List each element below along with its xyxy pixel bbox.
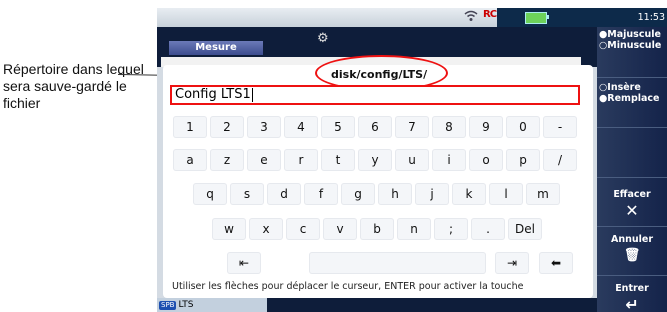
key-row4-1[interactable]: x [249, 218, 283, 240]
key-row2-5[interactable]: y [358, 149, 392, 171]
backspace-key[interactable]: ⬅ [539, 252, 573, 274]
soft-key-menu: ●Majuscule ○Minuscule ○Insère ●Remplace … [597, 27, 667, 312]
effacer-button[interactable]: Effacer ✕ [597, 189, 667, 220]
key-row2-9[interactable]: p [506, 149, 540, 171]
key-row4-4[interactable]: b [360, 218, 394, 240]
case-toggle-button[interactable]: ●Majuscule ○Minuscule [597, 29, 667, 51]
tab-mesure[interactable]: Mesure [169, 41, 263, 55]
key-row2-2[interactable]: e [247, 149, 281, 171]
key-row4-2[interactable]: c [286, 218, 320, 240]
option-majuscule: ●Majuscule [599, 29, 661, 40]
key-row2-7[interactable]: i [432, 149, 466, 171]
text-cursor [251, 87, 253, 102]
annuler-button[interactable]: Annuler 🗑 [597, 234, 667, 265]
key-row1-0[interactable]: 1 [173, 116, 207, 138]
key-row3-2[interactable]: d [267, 183, 301, 205]
key-row1-5[interactable]: 6 [358, 116, 392, 138]
battery-icon [525, 12, 547, 24]
key-row3-9[interactable]: m [526, 183, 560, 205]
option-remplace: ●Remplace [599, 93, 660, 104]
key-row2-10[interactable]: / [543, 149, 577, 171]
annuler-label: Annuler [610, 234, 654, 245]
gear-icon: ⚙ [317, 31, 329, 46]
key-row2-1[interactable]: z [210, 149, 244, 171]
key-row4-7[interactable]: . [471, 218, 505, 240]
delete-key[interactable]: Del [508, 218, 542, 240]
key-row3-7[interactable]: k [452, 183, 486, 205]
status-bar: RC 11:53 30/08/2017 [157, 8, 667, 42]
option-minuscule: ○Minuscule [599, 40, 662, 51]
key-row4-0[interactable]: w [212, 218, 246, 240]
filename-input[interactable]: Config LTS1 [170, 85, 580, 105]
close-icon: ✕ [625, 201, 639, 220]
key-row3-3[interactable]: f [304, 183, 338, 205]
key-row4-5[interactable]: n [397, 218, 431, 240]
brand-logo: RC [483, 9, 497, 20]
end-key[interactable]: ⇥ [495, 252, 529, 274]
lts-app-icon: SPB [159, 301, 177, 310]
key-row4-3[interactable]: v [323, 218, 357, 240]
annotation-text: Répertoire dans lequel sera sauve-gardé … [3, 61, 144, 111]
key-row1-2[interactable]: 3 [247, 116, 281, 138]
directory-path: disk/config/LTS/ [331, 68, 428, 81]
key-row3-8[interactable]: l [489, 183, 523, 205]
key-row2-3[interactable]: r [284, 149, 318, 171]
entrer-button[interactable]: Entrer ↵ [597, 283, 667, 312]
taskbar: SPB LTS [157, 298, 597, 312]
key-row2-4[interactable]: t [321, 149, 355, 171]
enter-icon: ↵ [625, 295, 639, 312]
key-row1-6[interactable]: 7 [395, 116, 429, 138]
option-insere: ○Insère [599, 82, 641, 93]
clock: 11:53 30/08/2017 [592, 8, 667, 42]
effacer-label: Effacer [613, 189, 651, 200]
device-screen: RC 11:53 30/08/2017 Mesure ⚙ disk/config… [157, 8, 667, 312]
key-row1-10[interactable]: - [543, 116, 577, 138]
key-row2-0[interactable]: a [173, 149, 207, 171]
key-row3-0[interactable]: q [193, 183, 227, 205]
taskbar-item-label: LTS [178, 300, 194, 310]
key-row3-5[interactable]: h [378, 183, 412, 205]
key-row3-1[interactable]: s [230, 183, 264, 205]
insert-mode-button[interactable]: ○Insère ●Remplace [597, 82, 667, 104]
key-row1-8[interactable]: 9 [469, 116, 503, 138]
help-hint: Utiliser les flèches pour déplacer le cu… [172, 281, 524, 292]
home-key[interactable]: ⇤ [227, 252, 261, 274]
battery-area [497, 8, 592, 27]
key-row1-4[interactable]: 5 [321, 116, 355, 138]
wifi-icon [464, 10, 478, 25]
key-row1-3[interactable]: 4 [284, 116, 318, 138]
key-row2-6[interactable]: u [395, 149, 429, 171]
key-row4-6[interactable]: ; [434, 218, 468, 240]
key-row1-1[interactable]: 2 [210, 116, 244, 138]
entrer-label: Entrer [615, 283, 649, 294]
filename-value: Config LTS1 [175, 87, 251, 102]
key-row3-4[interactable]: g [341, 183, 375, 205]
space-key[interactable] [309, 252, 486, 274]
key-row1-7[interactable]: 8 [432, 116, 466, 138]
key-row1-9[interactable]: 0 [506, 116, 540, 138]
key-row2-8[interactable]: o [469, 149, 503, 171]
taskbar-item-lts[interactable]: SPB LTS [157, 298, 267, 312]
trash-icon: 🗑 [623, 248, 641, 263]
key-row3-6[interactable]: j [415, 183, 449, 205]
